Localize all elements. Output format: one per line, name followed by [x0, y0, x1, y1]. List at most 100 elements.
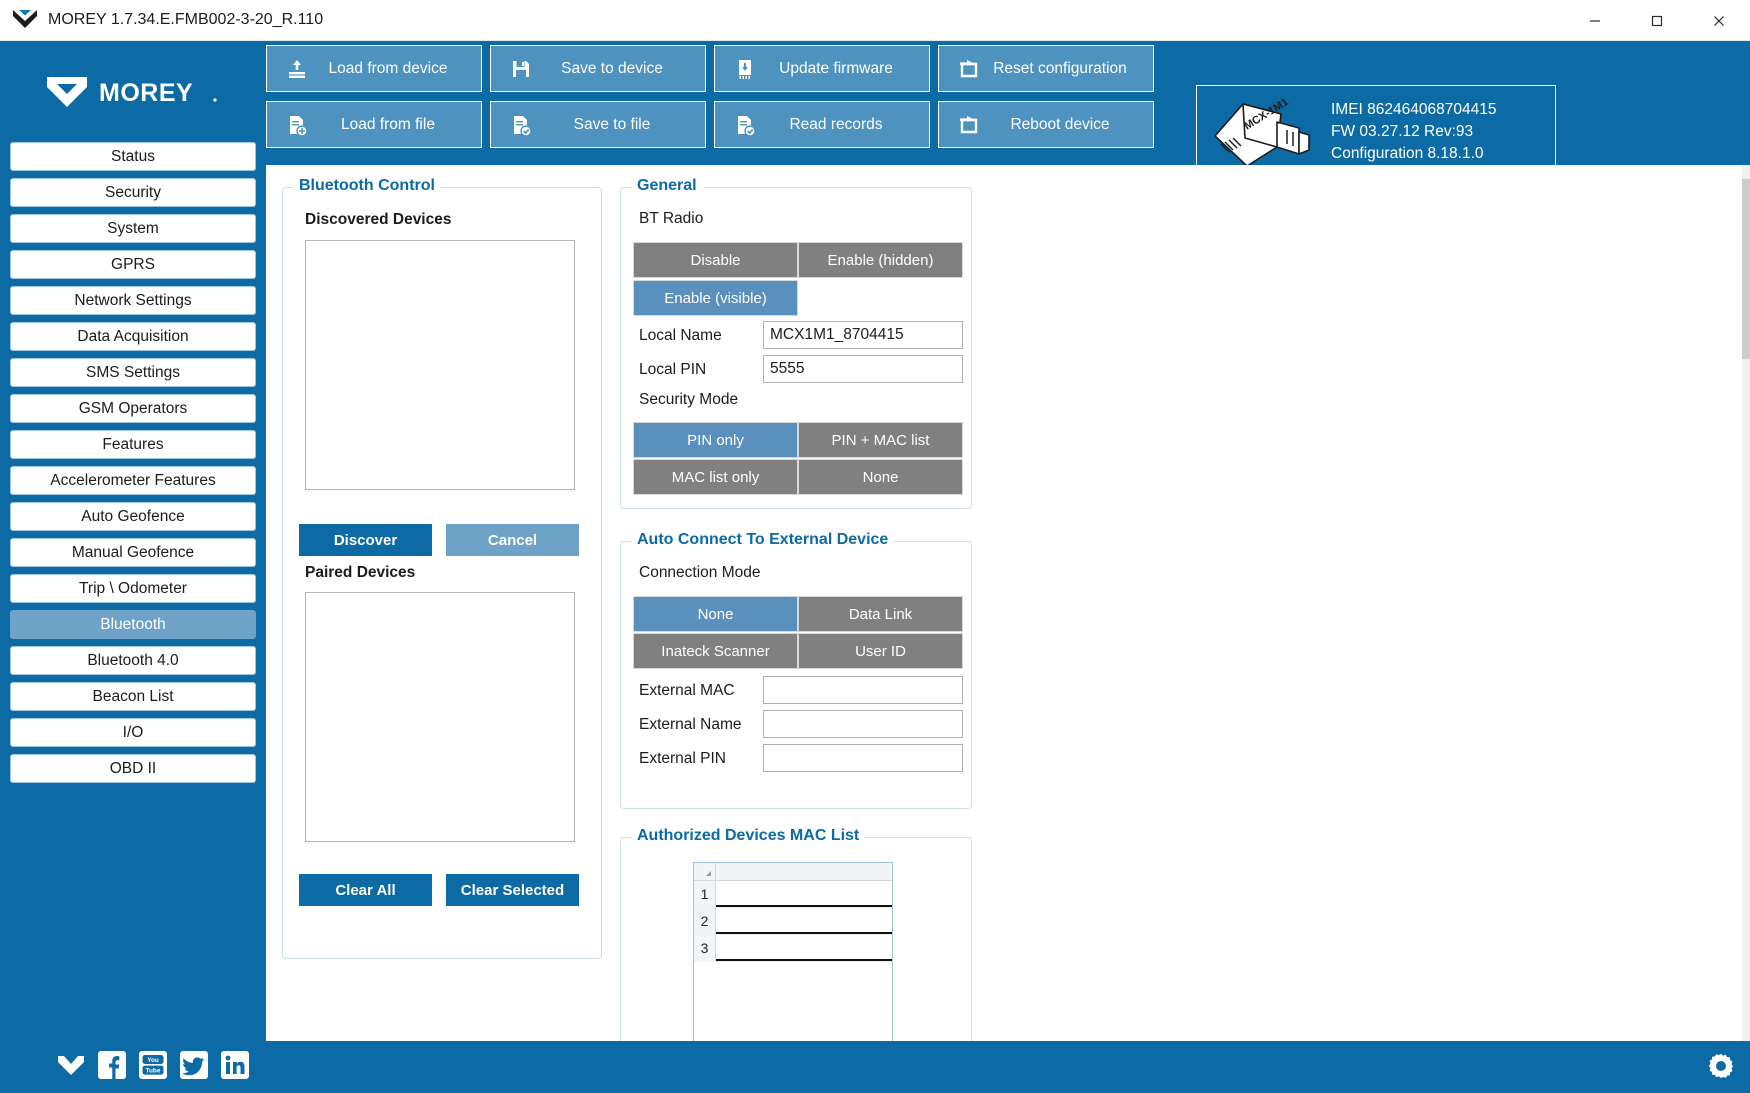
toolbar: Load from device Save to device Update f… — [266, 45, 1166, 161]
scroll-down-arrow-icon[interactable] — [1742, 1029, 1750, 1041]
sidebar-nav: Status Security System GPRS Network Sett… — [0, 142, 266, 783]
general-title: General — [631, 177, 703, 195]
clear-selected-button[interactable]: Clear Selected — [446, 874, 579, 906]
segment-label: None — [697, 605, 734, 623]
security-mode-option-pin-only[interactable]: PIN only — [633, 422, 798, 458]
application-root: MOREY Status Security System GPRS Networ… — [0, 41, 1750, 1093]
cancel-button[interactable]: Cancel — [446, 524, 579, 556]
sidebar-item-bluetooth-40[interactable]: Bluetooth 4.0 — [10, 646, 256, 675]
load-from-device-button[interactable]: Load from device — [266, 45, 482, 92]
authorized-mac-grid[interactable]: 1 2 3 — [693, 862, 893, 1041]
twitter-icon[interactable] — [179, 1050, 209, 1080]
sidebar-item-accelerometer-features[interactable]: Accelerometer Features — [10, 466, 256, 495]
paired-devices-label: Paired Devices — [305, 564, 416, 581]
table-row[interactable]: 3 — [694, 935, 892, 962]
local-pin-input[interactable] — [763, 355, 963, 383]
sidebar-item-label: Data Acquisition — [77, 327, 189, 345]
morey-mail-icon[interactable] — [56, 1050, 86, 1080]
svg-text:MOREY: MOREY — [99, 79, 193, 107]
table-row[interactable]: 1 — [694, 881, 892, 908]
bt-radio-option-enable-hidden[interactable]: Enable (hidden) — [798, 242, 963, 278]
row-mac-cell[interactable] — [716, 935, 892, 961]
read-records-button[interactable]: Read records — [714, 101, 930, 148]
segment-label: None — [862, 468, 899, 486]
minimize-button[interactable] — [1564, 0, 1626, 41]
external-mac-input[interactable] — [763, 676, 963, 704]
bt-radio-option-enable-visible[interactable]: Enable (visible) — [633, 280, 798, 316]
scrollbar-thumb[interactable] — [1742, 179, 1750, 359]
reboot-device-button[interactable]: Reboot device — [938, 101, 1154, 148]
settings-gear-icon[interactable] — [1706, 1051, 1736, 1081]
sidebar-item-security[interactable]: Security — [10, 178, 256, 207]
facebook-icon[interactable] — [97, 1050, 127, 1080]
sidebar-item-network-settings[interactable]: Network Settings — [10, 286, 256, 315]
paired-devices-list[interactable] — [305, 592, 575, 842]
sidebar-item-beacon-list[interactable]: Beacon List — [10, 682, 256, 711]
row-number: 1 — [694, 881, 716, 907]
reset-configuration-button[interactable]: Reset configuration — [938, 45, 1154, 92]
external-name-label: External Name — [639, 716, 742, 733]
maximize-button[interactable] — [1626, 0, 1688, 41]
sidebar-item-obd-ii[interactable]: OBD II — [10, 754, 256, 783]
segment-label: Disable — [690, 251, 741, 269]
segment-label: User ID — [855, 642, 906, 660]
sidebar-item-label: Auto Geofence — [81, 507, 185, 525]
security-mode-option-pin-mac-list[interactable]: PIN + MAC list — [798, 422, 963, 458]
sidebar-item-features[interactable]: Features — [10, 430, 256, 459]
segment-label: Inateck Scanner — [661, 642, 770, 660]
external-name-input[interactable] — [763, 710, 963, 738]
sidebar-item-label: System — [107, 219, 159, 237]
scroll-up-arrow-icon[interactable] — [1742, 165, 1750, 177]
clear-all-button[interactable]: Clear All — [299, 874, 432, 906]
firmware-chip-icon — [727, 58, 763, 80]
sidebar-item-auto-geofence[interactable]: Auto Geofence — [10, 502, 256, 531]
sidebar-item-status[interactable]: Status — [10, 142, 256, 171]
sidebar-item-manual-geofence[interactable]: Manual Geofence — [10, 538, 256, 567]
sidebar-item-label: GSM Operators — [78, 399, 188, 417]
bt-radio-option-disable[interactable]: Disable — [633, 242, 798, 278]
row-number: 3 — [694, 935, 716, 961]
connection-mode-option-user-id[interactable]: User ID — [798, 633, 963, 669]
youtube-icon[interactable]: You Tube — [138, 1050, 168, 1080]
linkedin-icon[interactable] — [220, 1050, 250, 1080]
local-name-input[interactable] — [763, 321, 963, 349]
sidebar-item-bluetooth[interactable]: Bluetooth — [10, 610, 256, 639]
segment-label: Enable (hidden) — [827, 251, 934, 269]
security-mode-option-none[interactable]: None — [798, 459, 963, 495]
external-pin-label: External PIN — [639, 750, 727, 767]
save-to-device-button[interactable]: Save to device — [490, 45, 706, 92]
toolbar-button-label: Read records — [789, 115, 883, 133]
sidebar-item-sms-settings[interactable]: SMS Settings — [10, 358, 256, 387]
connection-mode-option-none[interactable]: None — [633, 596, 798, 632]
discovered-devices-list[interactable] — [305, 240, 575, 490]
discover-button[interactable]: Discover — [299, 524, 432, 556]
device-configuration: Configuration 8.18.1.0 — [1331, 145, 1484, 162]
connection-mode-option-data-link[interactable]: Data Link — [798, 596, 963, 632]
discovered-devices-label: Discovered Devices — [305, 211, 452, 228]
sidebar-item-system[interactable]: System — [10, 214, 256, 243]
sidebar-item-trip-odometer[interactable]: Trip \ Odometer — [10, 574, 256, 603]
sidebar-item-gprs[interactable]: GPRS — [10, 250, 256, 279]
grid-select-all-corner-icon[interactable] — [694, 863, 716, 880]
row-mac-cell[interactable] — [716, 881, 892, 907]
sidebar-item-label: OBD II — [109, 759, 157, 777]
table-row[interactable]: 2 — [694, 908, 892, 935]
toolbar-button-label: Load from file — [341, 115, 435, 133]
sidebar-item-label: Accelerometer Features — [50, 471, 216, 489]
grid-column-header[interactable] — [716, 863, 892, 880]
close-button[interactable] — [1688, 0, 1750, 41]
content-scrollbar[interactable] — [1742, 165, 1750, 1041]
sidebar-item-label: GPRS — [111, 255, 155, 273]
sidebar-item-gsm-operators[interactable]: GSM Operators — [10, 394, 256, 423]
connection-mode-option-inateck-scanner[interactable]: Inateck Scanner — [633, 633, 798, 669]
sidebar-item-io[interactable]: I/O — [10, 718, 256, 747]
external-pin-input[interactable] — [763, 744, 963, 772]
row-mac-cell[interactable] — [716, 908, 892, 934]
security-mode-option-mac-list-only[interactable]: MAC list only — [633, 459, 798, 495]
save-to-file-button[interactable]: Save to file — [490, 101, 706, 148]
sidebar-item-label: Beacon List — [92, 687, 174, 705]
update-firmware-button[interactable]: Update firmware — [714, 45, 930, 92]
load-from-file-button[interactable]: Load from file — [266, 101, 482, 148]
sidebar-item-data-acquisition[interactable]: Data Acquisition — [10, 322, 256, 351]
toolbar-button-label: Save to device — [561, 59, 663, 77]
